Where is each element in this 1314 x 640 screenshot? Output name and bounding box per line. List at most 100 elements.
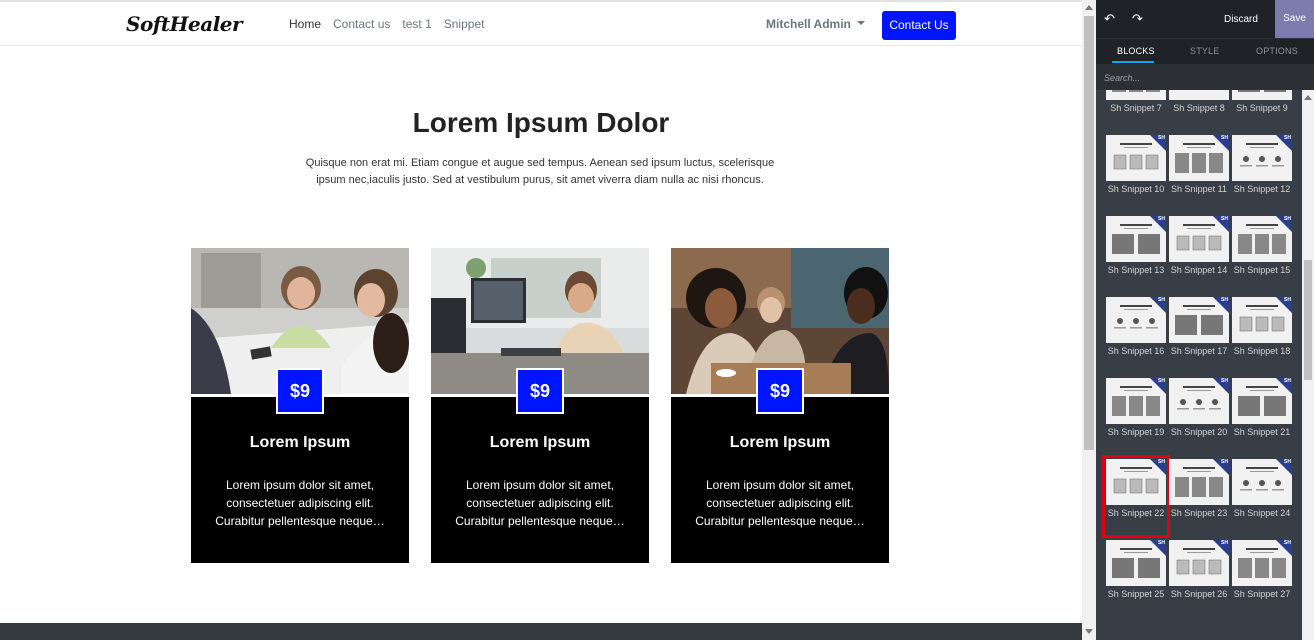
sh-badge-label: SH (1284, 297, 1291, 303)
snippet-thumbnail: SH (1169, 135, 1229, 181)
snippet-label: Sh Snippet 9 (1236, 103, 1288, 113)
sh-badge-label: SH (1158, 297, 1165, 303)
snippet-tile[interactable]: SH Sh Snippet 12 (1232, 135, 1292, 210)
price-badge: $9 (516, 368, 564, 414)
sh-badge-label: SH (1158, 135, 1165, 141)
tab-style[interactable]: STYLE (1190, 46, 1220, 56)
snippet-thumbnail: SH (1169, 216, 1229, 262)
snippet-label: Sh Snippet 20 (1170, 427, 1228, 437)
snippet-thumbnail: SH (1232, 90, 1292, 100)
card-text: Lorem ipsum dolor sit amet, consectetuer… (215, 478, 385, 528)
snippet-thumbnail: SH (1232, 216, 1292, 262)
snippet-label: Sh Snippet 22 (1107, 508, 1165, 518)
scroll-up-icon[interactable] (1085, 5, 1093, 10)
scroll-down-icon[interactable] (1085, 629, 1093, 634)
snippet-tile[interactable]: SH Sh Snippet 9 (1232, 90, 1292, 129)
snippet-label: Sh Snippet 12 (1233, 184, 1291, 194)
editor-panel: ↶ ↷ Discard Save BLOCKS STYLE OPTIONS SH… (1096, 0, 1314, 640)
search-input[interactable] (1104, 71, 1304, 84)
snippet-tile[interactable]: SH Sh Snippet 15 (1232, 216, 1292, 291)
sh-badge-label: SH (1221, 216, 1228, 222)
snippet-thumbnail: SH (1169, 297, 1229, 343)
pricing-card[interactable]: $9 Lorem Ipsum Lorem ipsum dolor sit ame… (671, 248, 889, 563)
redo-icon[interactable]: ↷ (1132, 12, 1146, 26)
snippet-label: Sh Snippet 19 (1107, 427, 1165, 437)
snippet-label: Sh Snippet 10 (1107, 184, 1165, 194)
snippet-tile[interactable]: SH Sh Snippet 21 (1232, 378, 1292, 453)
contact-us-button[interactable]: Contact Us (882, 11, 956, 40)
sh-badge-label: SH (1221, 459, 1228, 465)
snippet-thumbnail: SH (1232, 540, 1292, 586)
snippet-label: Sh Snippet 14 (1170, 265, 1228, 275)
snippet-search (1096, 63, 1314, 90)
snippet-tile[interactable]: SH Sh Snippet 14 (1169, 216, 1229, 291)
caret-down-icon (856, 20, 865, 25)
snippet-tile[interactable]: SH Sh Snippet 19 (1106, 378, 1166, 453)
pricing-card[interactable]: $9 Lorem Ipsum Lorem ipsum dolor sit ame… (191, 248, 409, 563)
snippet-tile[interactable]: SH Sh Snippet 8 (1169, 90, 1229, 129)
snippet-label: Sh Snippet 23 (1170, 508, 1228, 518)
snippet-tile[interactable]: SH Sh Snippet 17 (1169, 297, 1229, 372)
sh-badge-label: SH (1284, 459, 1291, 465)
snippet-label: Sh Snippet 11 (1171, 184, 1227, 194)
sh-badge-label: SH (1158, 378, 1165, 384)
snippet-tile[interactable]: SH Sh Snippet 27 (1232, 540, 1292, 615)
page-scrollbar[interactable] (1082, 0, 1096, 640)
snippet-thumbnail: SH (1106, 459, 1166, 505)
card-text: Lorem ipsum dolor sit amet, consectetuer… (695, 478, 865, 528)
snippet-thumbnail: SH (1106, 216, 1166, 262)
scrollbar-thumb[interactable] (1304, 260, 1312, 380)
sh-badge-label: SH (1158, 216, 1165, 222)
snippet-tile-selected[interactable]: SH Sh Snippet 22 (1102, 455, 1170, 538)
snippet-tile[interactable]: SH Sh Snippet 10 (1106, 135, 1166, 210)
sh-badge-label: SH (1221, 297, 1228, 303)
tab-options[interactable]: OPTIONS (1256, 46, 1298, 56)
snippet-thumbnail: SH (1106, 135, 1166, 181)
snippet-tile[interactable]: SH Sh Snippet 18 (1232, 297, 1292, 372)
snippet-thumbnail: SH (1106, 540, 1166, 586)
save-button[interactable]: Save (1275, 0, 1314, 38)
snippet-tile[interactable]: SH Sh Snippet 23 (1169, 459, 1229, 534)
nav-link-test-1[interactable]: test 1 (402, 17, 431, 31)
snippet-label: Sh Snippet 17 (1170, 346, 1228, 356)
snippet-label: Sh Snippet 8 (1173, 103, 1225, 113)
site-logo[interactable]: SoftHealer (126, 12, 243, 36)
editor-scrollbar[interactable] (1302, 90, 1314, 640)
snippet-thumbnail: SH (1169, 90, 1229, 100)
discard-button[interactable]: Discard (1224, 14, 1258, 25)
snippet-tile[interactable]: SH Sh Snippet 26 (1169, 540, 1229, 615)
nav-link-contact-us[interactable]: Contact us (333, 17, 390, 31)
scroll-up-icon[interactable] (1304, 95, 1312, 100)
snippet-thumbnail: SH (1169, 378, 1229, 424)
nav-link-snippet[interactable]: Snippet (444, 17, 485, 31)
snippet-tile[interactable]: SH Sh Snippet 20 (1169, 378, 1229, 453)
card-title: Lorem Ipsum (729, 434, 831, 451)
snippet-thumbnail: SH (1169, 459, 1229, 505)
snippet-tile[interactable]: SH Sh Snippet 11 (1169, 135, 1229, 210)
card-title: Lorem Ipsum (489, 434, 591, 451)
snippet-label: Sh Snippet 26 (1170, 589, 1228, 599)
tab-blocks[interactable]: BLOCKS (1117, 46, 1155, 56)
sh-badge-label: SH (1221, 378, 1228, 384)
snippet-tile[interactable]: SH Sh Snippet 25 (1106, 540, 1166, 615)
snippet-tile[interactable]: SH Sh Snippet 7 (1106, 90, 1166, 129)
undo-icon[interactable]: ↶ (1104, 12, 1118, 26)
snippet-thumbnail: SH (1232, 459, 1292, 505)
snippet-thumbnail: SH (1106, 90, 1166, 100)
card-text: Lorem ipsum dolor sit amet, consectetuer… (455, 478, 625, 528)
user-menu[interactable]: Mitchell Admin (766, 17, 865, 31)
nav-link-home[interactable]: Home (289, 17, 321, 31)
snippet-tile[interactable]: SH Sh Snippet 13 (1106, 216, 1166, 291)
snippet-tile[interactable]: SH Sh Snippet 24 (1232, 459, 1292, 534)
scrollbar-thumb[interactable] (1084, 16, 1094, 450)
editor-toolbar: ↶ ↷ Discard Save (1096, 0, 1314, 38)
snippet-label: Sh Snippet 27 (1233, 589, 1291, 599)
sh-badge-label: SH (1284, 216, 1291, 222)
snippet-thumbnail: SH (1106, 297, 1166, 343)
editor-tabs: BLOCKS STYLE OPTIONS (1096, 38, 1314, 63)
nav-links: Home Contact us test 1 Snippet (289, 17, 496, 31)
snippet-tile[interactable]: SH Sh Snippet 16 (1106, 297, 1166, 372)
sh-badge-label: SH (1284, 135, 1291, 141)
pricing-card[interactable]: $9 Lorem Ipsum Lorem ipsum dolor sit ame… (431, 248, 649, 563)
snippet-thumbnail: SH (1232, 135, 1292, 181)
